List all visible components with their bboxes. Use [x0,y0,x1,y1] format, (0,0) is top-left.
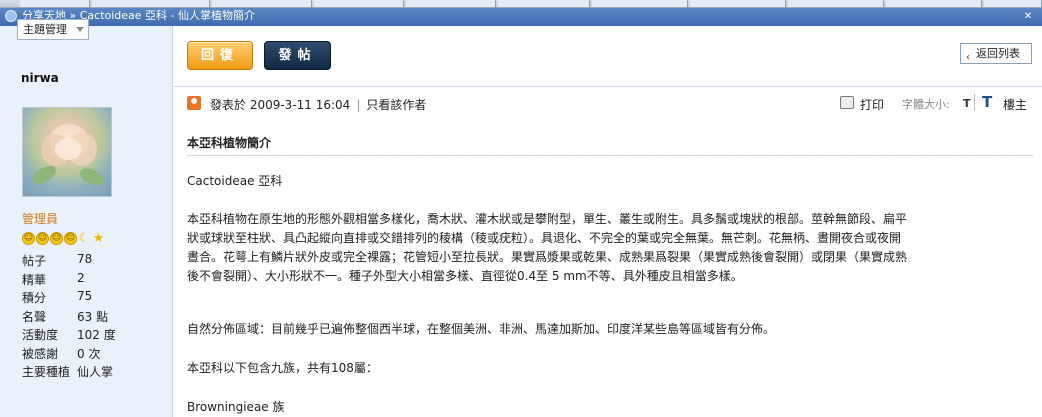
window-titlebar: 分享天地 » Cactoideae 亞科 - 仙人掌植物簡介 ✕ [0,8,1042,26]
rank-icons: ☺ ☺ ☺ ☺ ☾ ★ [22,232,105,246]
browser-tab[interactable] [92,0,210,7]
font-small-button[interactable]: T [963,97,971,110]
post-tribes: 本亞科以下包含九族，共有108屬： [187,361,378,375]
stat-row: 積分 75 [22,289,93,305]
post-distribution: 自然分佈區域：目前幾乎已遍佈整個西半球，在整個美洲、非洲、馬達加斯加、印度洋某些… [187,322,776,336]
divider [974,94,975,110]
topic-manage-label: 主題管理 [23,23,67,36]
author-stats: 帖子 78 精華 2 積分 75 名聲 63 點 活動度 102 度 被感謝 0 次 主要種… [22,252,116,382]
browser-tab[interactable] [592,0,688,7]
reply-button[interactable]: 回復 [187,41,253,70]
browser-tab-strip [0,0,1042,8]
browser-tab[interactable] [690,0,786,7]
sun-icon: ☺ [50,232,63,245]
user-icon [187,96,201,110]
close-icon[interactable]: ✕ [1022,11,1034,23]
stat-row: 精華 2 [22,270,85,287]
author-username[interactable]: nirwa [21,71,59,85]
stat-row: 帖子 78 [22,252,93,268]
browser-tab[interactable] [406,0,496,7]
sun-icon: ☺ [22,232,35,245]
sun-icon: ☺ [36,232,49,245]
print-link[interactable]: 打印 [860,96,884,113]
browser-tab[interactable] [20,0,90,7]
post-paragraph: 本亞科植物在原生地的形態外觀相當多樣化，喬木狀、灌木狀或是攀附型，單生、叢生或附… [187,212,908,283]
avatar[interactable] [22,107,112,197]
floor-label: 樓主 [1003,98,1028,112]
browser-tab[interactable] [886,0,982,7]
divider [174,86,1042,87]
post-title: 本亞科植物簡介 [187,136,272,150]
printer-icon[interactable] [840,96,854,109]
stat-row: 被感謝 0 次 [22,346,101,361]
chevron-down-icon [76,27,84,32]
page-icon [5,10,17,22]
stat-row: 主要種植 仙人掌 [22,365,114,379]
font-big-button[interactable]: T [982,93,992,111]
stat-row: 活動度 102 度 [22,328,116,342]
divider [187,155,1033,156]
moon-icon: ☾ [78,231,91,246]
chevron-left-icon: ‹ [966,52,970,63]
back-to-list-button[interactable]: ‹ 返回列表 [960,43,1032,64]
topic-manage-select[interactable]: 主題管理 [17,19,89,40]
post-meta: 發表於 2009-3-11 16:04 | 只看該作者 [210,98,427,112]
font-size-label: 字體大小: [902,98,950,111]
post-tribe-item: Browningieae 族 [187,400,285,414]
author-role: 管理員 [22,212,59,226]
new-post-button[interactable]: 發帖 [264,41,331,70]
browser-tab[interactable] [788,0,884,7]
star-icon: ★ [92,231,105,246]
browser-tab[interactable] [212,0,312,7]
author-only-link[interactable]: 只看該作者 [366,98,426,112]
back-to-list-label: 返回列表 [976,47,1020,60]
sun-icon: ☺ [64,232,77,245]
browser-tab[interactable] [498,0,590,7]
stat-row: 名聲 63 點 [22,309,109,324]
post-date: 發表於 2009-3-11 16:04 [210,98,351,112]
browser-tab[interactable] [314,0,404,7]
browser-tab[interactable] [984,0,1042,7]
post-subtitle: Cactoideae 亞科 [187,174,283,188]
